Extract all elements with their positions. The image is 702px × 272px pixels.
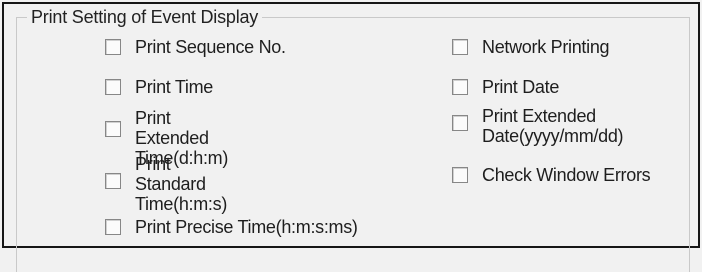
print-date-label: Print Date xyxy=(482,77,560,97)
print-sequence-no-checkbox[interactable] xyxy=(105,39,121,55)
group-title: Print Setting of Event Display xyxy=(27,6,263,28)
print-standard-time-label: Print Standard Time(h:m:s) xyxy=(135,154,228,214)
print-precise-time-label: Print Precise Time(h:m:s:ms) xyxy=(135,217,358,237)
print-extended-time-checkbox[interactable] xyxy=(105,121,121,137)
print-time-checkbox[interactable] xyxy=(105,79,121,95)
print-standard-time-checkbox[interactable] xyxy=(105,173,121,189)
print-sequence-no-label: Print Sequence No. xyxy=(135,37,286,57)
network-printing-checkbox[interactable] xyxy=(452,39,468,55)
network-printing-label: Network Printing xyxy=(482,37,610,57)
print-extended-date-checkbox[interactable] xyxy=(452,115,468,131)
print-date-checkbox[interactable] xyxy=(452,79,468,95)
check-window-errors-label: Check Window Errors xyxy=(482,165,651,185)
check-window-errors-checkbox[interactable] xyxy=(452,167,468,183)
print-extended-date-label: Print Extended Date(yyyy/mm/dd) xyxy=(482,106,624,146)
print-precise-time-checkbox[interactable] xyxy=(105,219,121,235)
print-time-label: Print Time xyxy=(135,77,214,97)
